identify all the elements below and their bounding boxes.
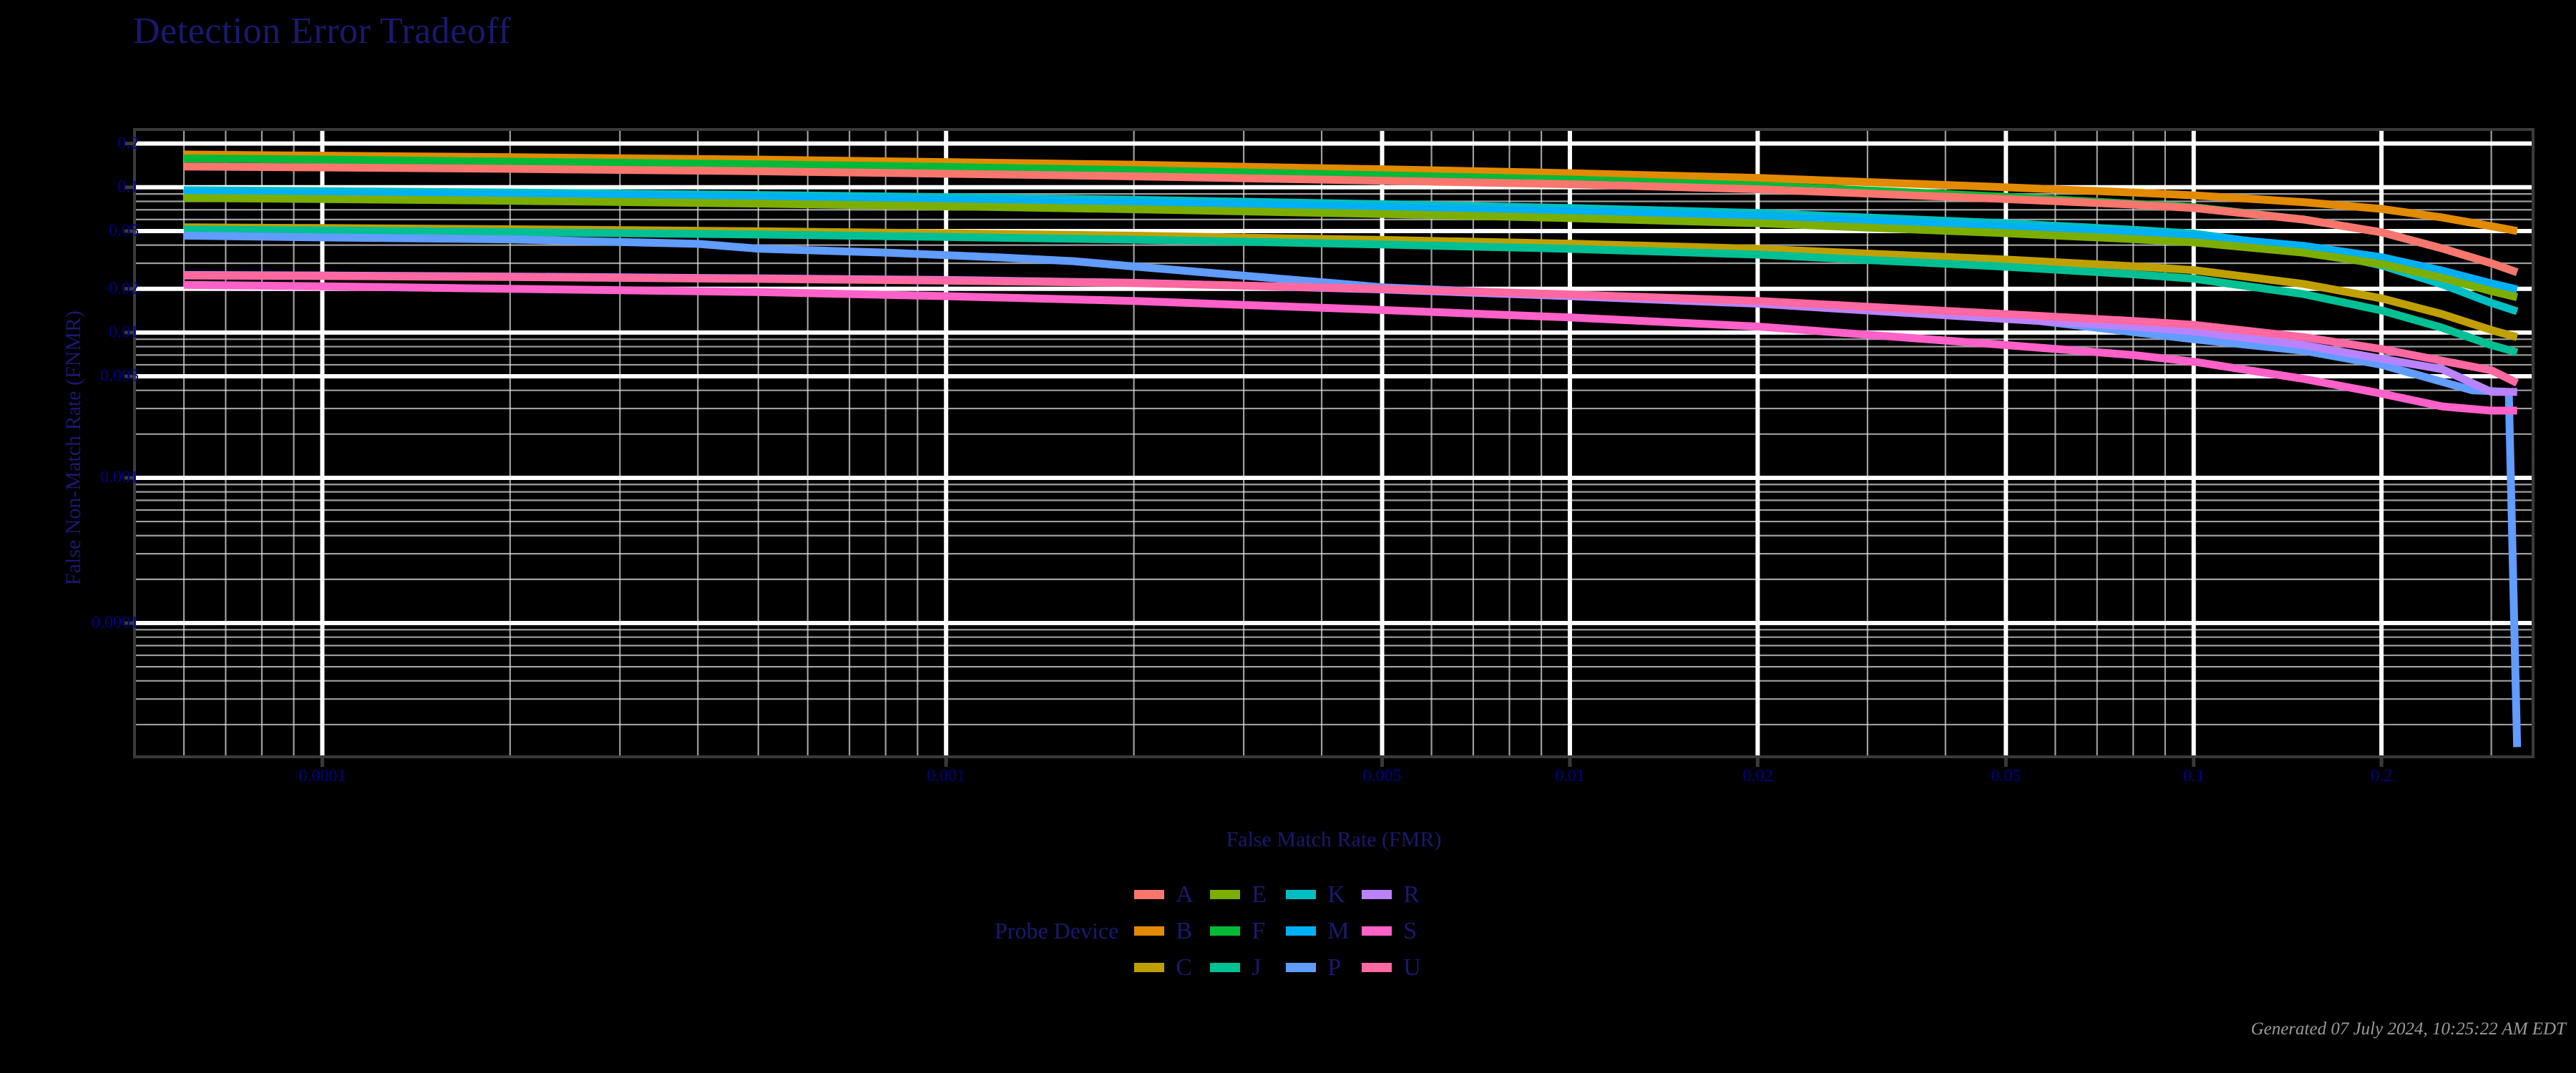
y-tick-label: 0.001: [100, 468, 139, 487]
legend-swatch-icon: [1134, 926, 1165, 936]
legend-item-M[interactable]: M: [1286, 913, 1362, 949]
x-tick-label: 0.05: [1991, 767, 2021, 785]
legend-label: P: [1327, 954, 1342, 981]
legend-swatch-icon: [1286, 963, 1317, 972]
legend-label: A: [1176, 881, 1194, 908]
x-axis-title: False Match Rate (FMR): [1226, 828, 1442, 851]
legend-swatch-icon: [1210, 926, 1241, 936]
legend-item-E[interactable]: E: [1210, 876, 1286, 913]
y-tick-label: 0.1: [117, 177, 139, 197]
legend-item-S[interactable]: S: [1362, 913, 1438, 949]
x-tick-label: 0.005: [1362, 767, 1402, 785]
legend-item-R[interactable]: R: [1362, 876, 1438, 913]
legend-swatch-icon: [1210, 963, 1241, 972]
legend-items: ABC EFJ KMP RSU: [1134, 876, 1438, 986]
legend-swatch-icon: [1286, 926, 1317, 936]
legend-swatch-icon: [1362, 963, 1392, 972]
legend-item-A[interactable]: A: [1134, 876, 1210, 913]
legend-swatch-icon: [1210, 890, 1241, 899]
legend-label: F: [1252, 917, 1266, 944]
y-tick-label: 0.02: [109, 279, 139, 298]
y-tick-label: 0.05: [109, 221, 139, 240]
legend-label: M: [1327, 917, 1350, 944]
legend-label: B: [1176, 917, 1192, 944]
legend-swatch-icon: [1134, 963, 1165, 972]
legend-label: J: [1252, 954, 1262, 981]
y-tick-label: 0.01: [109, 323, 139, 342]
legend-swatch-icon: [1134, 890, 1165, 899]
legend-title: Probe Device: [995, 918, 1119, 944]
y-axis-title: False Non-Match Rate (FNMR): [62, 310, 85, 586]
legend-label: C: [1176, 954, 1192, 981]
legend-item-J[interactable]: J: [1210, 949, 1286, 986]
y-tick-label: 0.0001: [92, 613, 139, 632]
legend-item-F[interactable]: F: [1210, 913, 1286, 949]
x-tick-label: 0.01: [1554, 767, 1585, 785]
generated-timestamp: Generated 07 July 2024, 10:25:22 AM EDT: [2250, 1019, 2566, 1039]
legend-item-U[interactable]: U: [1362, 949, 1438, 986]
x-tick-label: 0.1: [2182, 767, 2205, 785]
legend-label: E: [1252, 881, 1267, 908]
legend-label: R: [1403, 881, 1420, 908]
legend-item-C[interactable]: C: [1134, 949, 1210, 986]
legend: Probe Device ABC EFJ KMP RSU: [995, 876, 1438, 986]
x-tick-label: 0.2: [2371, 767, 2393, 785]
legend-swatch-icon: [1362, 890, 1392, 899]
legend-item-P[interactable]: P: [1286, 949, 1362, 986]
y-tick-label: 0.2: [117, 134, 139, 153]
x-tick-label: 0.001: [927, 767, 966, 785]
legend-label: S: [1403, 917, 1418, 944]
x-tick-label: 0.0001: [298, 767, 346, 785]
legend-swatch-icon: [1362, 926, 1392, 936]
legend-label: U: [1403, 954, 1421, 981]
legend-label: K: [1327, 881, 1345, 908]
x-tick-label: 0.02: [1742, 767, 1773, 785]
legend-item-K[interactable]: K: [1286, 876, 1362, 913]
panel-background: [135, 129, 2533, 757]
legend-item-B[interactable]: B: [1134, 913, 1210, 949]
y-tick-label: 0.005: [100, 366, 139, 386]
legend-swatch-icon: [1286, 890, 1317, 899]
chart-page: Detection Error Tradeoff False Non-Match…: [0, 0, 2576, 1073]
